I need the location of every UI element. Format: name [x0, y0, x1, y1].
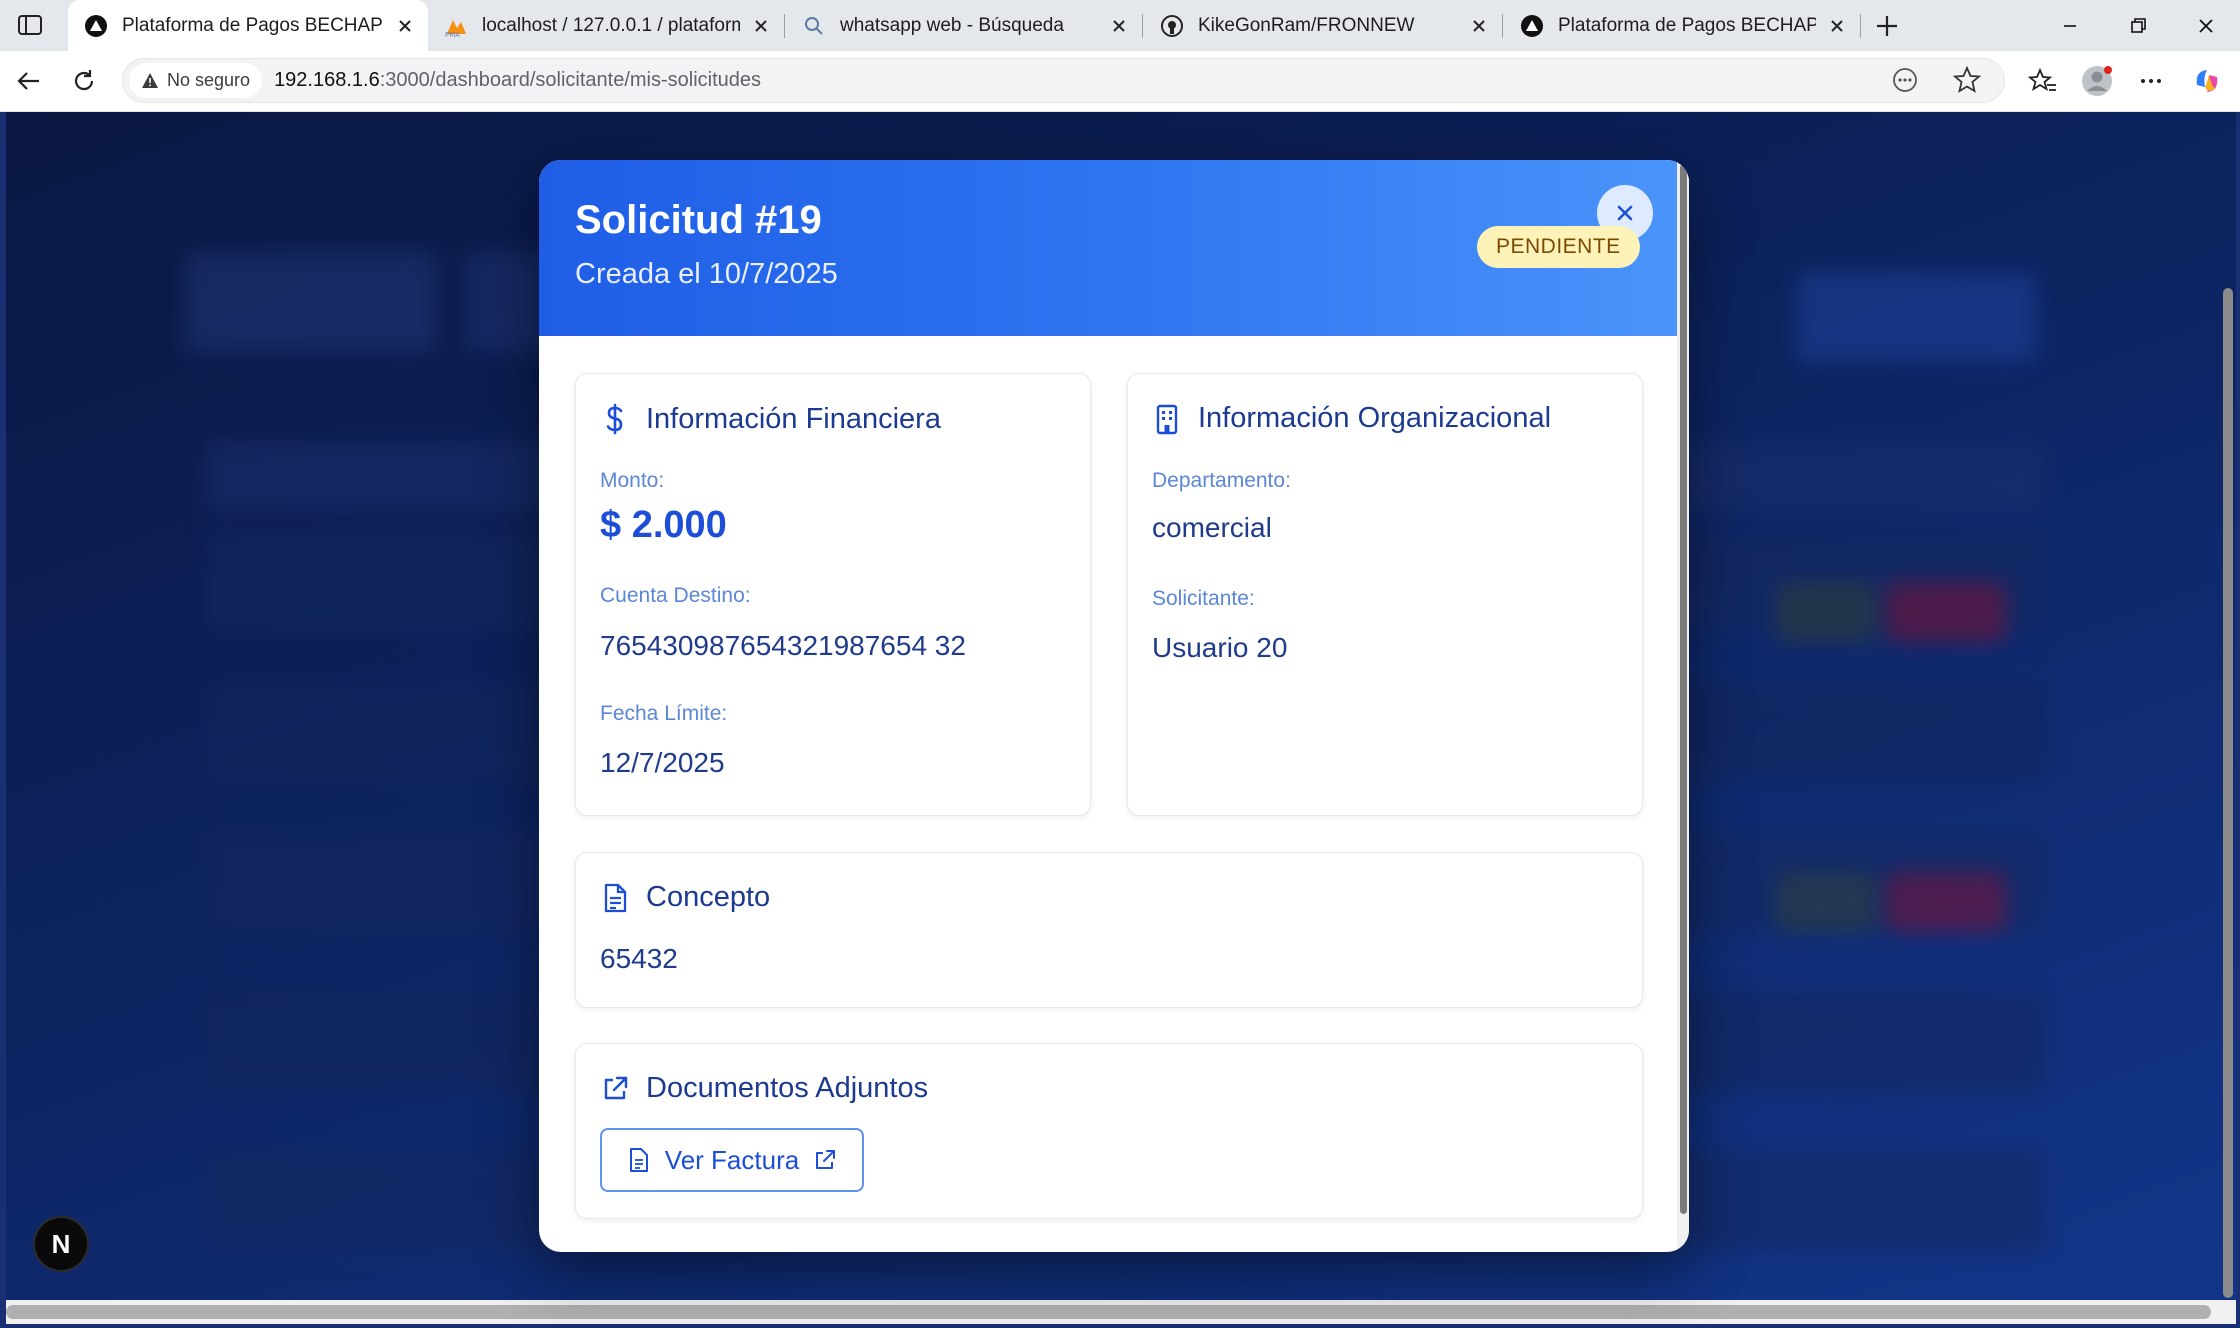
tab-plataforma-pagos[interactable]: Plataforma de Pagos BECHAPRA — [68, 0, 428, 51]
scrollbar-thumb[interactable] — [6, 1305, 2211, 1319]
amount-value: $ 2.000 — [600, 504, 727, 546]
svg-text:PMA: PMA — [445, 31, 460, 38]
sidebar-toggle-icon[interactable] — [16, 11, 44, 39]
scrollbar-thumb[interactable] — [1680, 164, 1687, 1214]
destination-account-label: Cuenta Destino: — [600, 584, 751, 607]
close-tab-icon[interactable] — [1106, 13, 1132, 39]
tab-title: KikeGonRam/FRONNEW — [1198, 14, 1415, 36]
building-icon — [1156, 404, 1178, 434]
triangle-logo-icon — [84, 14, 108, 38]
browser-toolbar: No seguro 192.168.1.6:3000/dashboard/sol… — [0, 51, 2240, 112]
deadline-value: 12/7/2025 — [600, 747, 725, 778]
department-label: Departamento: — [1152, 469, 1291, 492]
url-host: 192.168.1.6 — [274, 69, 380, 91]
url-path: :3000/dashboard/solicitante/mis-solicitu… — [379, 69, 762, 91]
settings-more-icon[interactable] — [2134, 64, 2168, 98]
document-icon — [604, 883, 627, 912]
search-icon — [802, 14, 826, 38]
close-window-icon[interactable] — [2172, 0, 2240, 51]
minimize-icon[interactable] — [2036, 0, 2104, 51]
tab-separator — [1860, 14, 1861, 38]
tab-github[interactable]: KikeGonRam/FRONNEW — [1144, 0, 1502, 51]
favorites-icon[interactable] — [2026, 64, 2060, 98]
dollar-icon — [606, 403, 623, 435]
tab-title: Plataforma de Pagos BECHAPRA — [1558, 14, 1816, 36]
deadline-label: Fecha Límite: — [600, 702, 728, 725]
tab-title: whatsapp web - Búsqueda — [840, 14, 1064, 36]
department-value: comercial — [1152, 512, 1272, 543]
financial-info-card: Información Financiera Monto: $ 2.000 Cu… — [575, 373, 1091, 816]
attached-documents-card: Documentos Adjuntos Ver Factura — [575, 1043, 1643, 1219]
tab-phpmyadmin[interactable]: PMA localhost / 127.0.0.1 / plataforma — [428, 0, 784, 51]
attached-documents-heading: Documentos Adjuntos — [600, 1072, 928, 1105]
modal-subtitle: Creada el 10/7/2025 — [575, 258, 838, 290]
financial-info-title: Información Financiera — [646, 402, 941, 435]
status-badge: PENDIENTE — [1477, 226, 1640, 268]
security-label: No seguro — [167, 70, 251, 90]
tab-separator — [784, 14, 785, 38]
external-link-icon — [604, 1076, 628, 1099]
address-bar-actions — [1888, 63, 1984, 102]
scrollbar-thumb[interactable] — [2223, 288, 2233, 1298]
new-tab-icon[interactable] — [1870, 9, 1904, 43]
page-vertical-scrollbar[interactable] — [2218, 112, 2238, 1300]
nextjs-dev-badge[interactable]: N — [33, 1216, 89, 1272]
url-text[interactable]: 192.168.1.6:3000/dashboard/solicitante/m… — [274, 69, 761, 92]
modal-title: Solicitud #19 — [575, 198, 822, 242]
star-icon[interactable] — [1950, 63, 1984, 102]
back-arrow-icon[interactable] — [12, 64, 46, 98]
warning-icon — [142, 72, 158, 88]
copilot-icon[interactable] — [2190, 64, 2224, 98]
tab-title: Plataforma de Pagos BECHAPRA — [122, 14, 384, 36]
address-bar[interactable]: No seguro 192.168.1.6:3000/dashboard/sol… — [122, 58, 2005, 103]
close-tab-icon[interactable] — [392, 13, 418, 39]
tab-separator — [1502, 14, 1503, 38]
close-tab-icon[interactable] — [1466, 13, 1492, 39]
tab-plataforma-pagos-2[interactable]: Plataforma de Pagos BECHAPRA — [1504, 0, 1860, 51]
concept-card: Concepto 65432 — [575, 852, 1643, 1008]
organizational-info-card: Información Organizacional Departamento:… — [1127, 373, 1643, 816]
requester-label: Solicitante: — [1152, 587, 1255, 610]
view-invoice-button[interactable]: Ver Factura — [600, 1128, 864, 1192]
close-icon — [1617, 205, 1633, 221]
tab-title: localhost / 127.0.0.1 / plataforma — [482, 14, 740, 36]
triangle-logo-icon — [1520, 14, 1544, 38]
close-tab-icon[interactable] — [748, 13, 774, 39]
attached-documents-title: Documentos Adjuntos — [646, 1072, 929, 1104]
organizational-info-heading: Información Organizacional — [1152, 402, 1551, 435]
phpmyadmin-icon: PMA — [444, 14, 468, 39]
concept-title: Concepto — [646, 881, 771, 913]
request-detail-modal: Solicitud #19 Creada el 10/7/2025 PENDIE… — [539, 160, 1689, 1252]
destination-account-value: 765430987654321987654 32 — [600, 630, 966, 661]
amount-label: Monto: — [600, 469, 665, 492]
external-link-icon — [816, 1150, 836, 1169]
close-tab-icon[interactable] — [1824, 13, 1850, 39]
financial-info-heading: Información Financiera — [600, 402, 941, 436]
page-horizontal-scrollbar[interactable] — [6, 1300, 2236, 1324]
modal-header: Solicitud #19 Creada el 10/7/2025 PENDIE… — [539, 160, 1677, 336]
reload-icon[interactable] — [67, 64, 101, 98]
github-icon — [1160, 14, 1184, 38]
concept-value: 65432 — [600, 943, 678, 974]
concept-heading: Concepto — [600, 881, 770, 914]
organizational-info-title: Información Organizacional — [1198, 402, 1552, 434]
modal-scrollbar[interactable] — [1677, 160, 1689, 1252]
document-icon — [629, 1148, 648, 1172]
view-invoice-label: Ver Factura — [664, 1144, 800, 1175]
requester-value: Usuario 20 — [1152, 632, 1288, 663]
tab-separator — [1142, 14, 1143, 38]
security-indicator[interactable]: No seguro — [129, 63, 263, 98]
restore-icon[interactable] — [2104, 0, 2172, 51]
profile-avatar-icon[interactable] — [2080, 64, 2114, 98]
browser-tab-bar: Plataforma de Pagos BECHAPRA PMA localho… — [0, 0, 2240, 51]
window-controls — [2036, 0, 2240, 51]
more-info-icon[interactable] — [1888, 63, 1922, 102]
tab-whatsapp-search[interactable]: whatsapp web - Búsqueda — [786, 0, 1142, 51]
